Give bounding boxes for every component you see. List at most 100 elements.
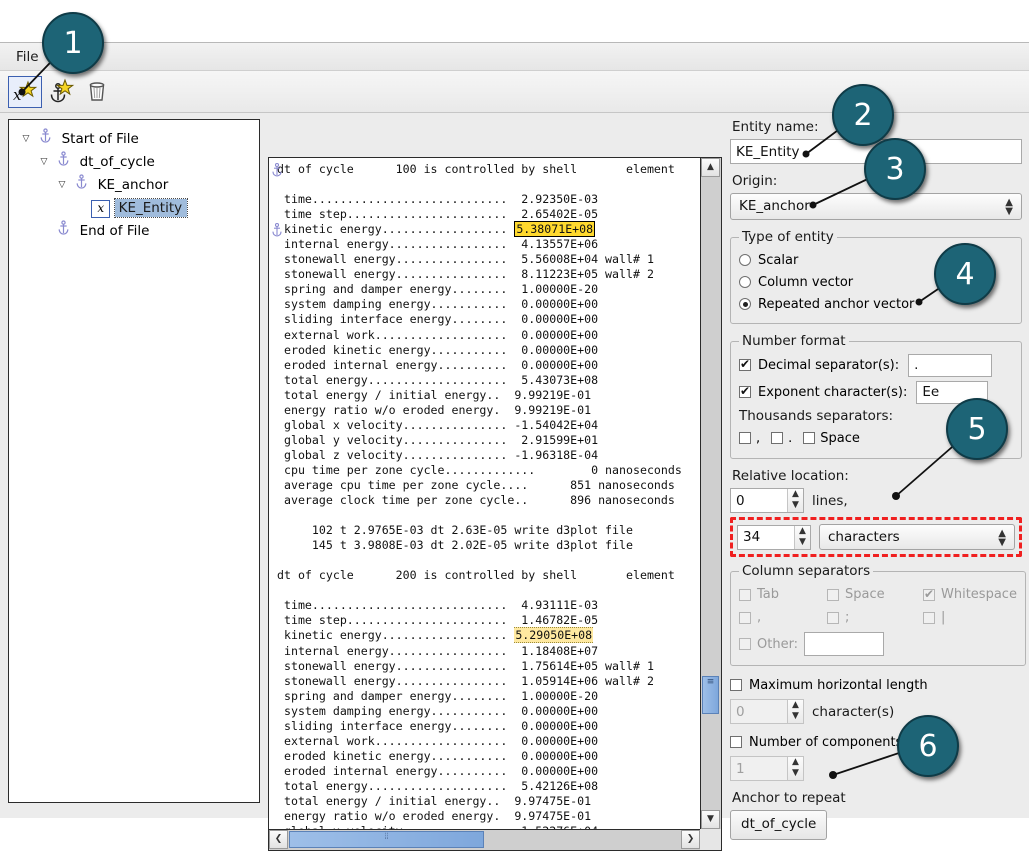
characters-unit-select[interactable]: characters ▲ ▼ xyxy=(819,524,1015,550)
chevron-updown-icon: ▲ ▼ xyxy=(998,528,1006,548)
new-entity-button[interactable]: x xyxy=(8,76,42,108)
relative-location-lines-row: ▲▼ lines, xyxy=(730,488,1022,513)
checkbox-icon xyxy=(923,611,935,624)
checkbox-icon[interactable] xyxy=(803,432,816,444)
chevron-updown-icon: ▲ ▼ xyxy=(1005,197,1013,217)
horizontal-scrollbar[interactable]: ❮ ⦙⦙ ❯ xyxy=(269,829,700,850)
file-text-lines: dt of cycle 100 is controlled by shell e… xyxy=(277,162,682,829)
relative-location-label: Relative location: xyxy=(732,468,849,484)
max-horizontal-length-row[interactable]: Maximum horizontal length xyxy=(730,673,1022,697)
trash-icon xyxy=(89,82,105,101)
callout-3: 3 xyxy=(864,138,926,200)
number-of-components-stepper: ▲▼ xyxy=(730,756,804,781)
checkbox-icon[interactable] xyxy=(771,432,784,444)
x-star-icon: x xyxy=(13,80,38,104)
horizontal-scroll-thumb[interactable]: ⦙⦙ xyxy=(289,831,484,848)
svg-text:x: x xyxy=(13,86,22,104)
radio-label: Scalar xyxy=(758,252,799,268)
tree-item-ke-anchor[interactable]: ▽ KE_anchor xyxy=(19,174,259,197)
x-entity-icon: x xyxy=(91,199,111,218)
column-separators-other-row: Other: xyxy=(739,631,1017,657)
callout-4: 4 xyxy=(934,243,996,305)
checkbox-icon xyxy=(739,611,751,624)
tree-item-ke-entity[interactable]: x KE_Entity xyxy=(19,197,259,220)
file-structure-tree[interactable]: ▽ Start of File ▽ dt_of_cycle ▽ KE_ancho… xyxy=(8,119,260,803)
max-horizontal-unit-label: character(s) xyxy=(812,703,895,720)
checkbox-icon[interactable] xyxy=(739,383,751,399)
menu-bar: File xyxy=(0,43,1029,71)
max-horizontal-length-label: Maximum horizontal length xyxy=(749,677,928,693)
checkbox-icon[interactable] xyxy=(730,679,742,691)
new-anchor-button[interactable] xyxy=(44,76,78,108)
radio-label: Column vector xyxy=(758,274,854,290)
scroll-left-arrow[interactable]: ❮ xyxy=(269,830,288,849)
thousands-comma-label: , xyxy=(756,430,761,446)
lines-stepper[interactable]: ▲▼ xyxy=(730,488,804,513)
sep-comma-label: , xyxy=(757,610,762,625)
number-of-components-label: Number of components xyxy=(749,734,903,750)
column-separators-legend: Column separators xyxy=(742,563,871,579)
tree-item-end-of-file[interactable]: End of File xyxy=(19,220,259,243)
characters-stepper[interactable]: ▲▼ xyxy=(737,524,811,550)
sep-tab-label: Tab xyxy=(757,587,780,602)
anchor-to-repeat-button[interactable]: dt_of_cycle xyxy=(730,810,828,840)
tree-item-label: End of File xyxy=(79,223,150,239)
checkbox-icon xyxy=(923,586,935,602)
exponent-character-label: Exponent character(s): xyxy=(758,384,908,400)
radio-icon[interactable] xyxy=(739,254,751,266)
anchor-to-repeat-value: dt_of_cycle xyxy=(741,816,817,832)
stepper-arrows-icon[interactable]: ▲ ▼ xyxy=(794,525,810,549)
anchor-to-repeat-label: Anchor to repeat xyxy=(732,790,846,806)
chevron-down-icon[interactable]: ▽ xyxy=(37,151,51,174)
callout-2: 2 xyxy=(832,84,894,146)
max-horizontal-value-row: ▲▼ character(s) xyxy=(730,699,1022,724)
radio-icon[interactable] xyxy=(739,298,751,310)
entity-properties-panel: Entity name: Origin: KE_anchor ▲▼ Type o… xyxy=(730,119,1026,851)
checkbox-icon[interactable] xyxy=(739,432,751,444)
checkbox-icon xyxy=(739,638,751,650)
menu-item-file[interactable]: File xyxy=(8,47,47,67)
number-of-components-row[interactable]: Number of components xyxy=(730,730,1022,754)
relative-location-characters-row: ▲▼ characters ▲▼ xyxy=(737,524,1015,550)
tree-item-label: KE_Entity xyxy=(113,198,189,218)
origin-selected-value: KE_anchor xyxy=(739,198,810,214)
callout-6: 6 xyxy=(897,715,959,777)
origin-select[interactable]: KE_anchor ▲ ▼ xyxy=(730,193,1022,220)
radio-label: Repeated anchor vector xyxy=(758,296,915,312)
column-separators-row-1: Tab Space Whitespace xyxy=(739,583,1017,606)
chevron-down-icon[interactable]: ▽ xyxy=(19,128,33,151)
highlight-box-characters: ▲▼ characters ▲▼ xyxy=(730,517,1022,557)
sep-other-input xyxy=(804,632,885,656)
anchor-star-icon xyxy=(50,78,75,103)
radio-icon[interactable] xyxy=(739,276,751,288)
checkbox-icon xyxy=(827,611,839,624)
tree-item-start-of-file[interactable]: ▽ Start of File xyxy=(19,128,259,151)
stepper-arrows-icon[interactable]: ▲ ▼ xyxy=(787,489,803,512)
lines-unit-label: lines, xyxy=(812,492,848,509)
scroll-up-arrow[interactable]: ▲ xyxy=(701,158,720,177)
number-format-legend: Number format xyxy=(742,333,846,349)
sep-semicolon-label: ; xyxy=(845,610,850,625)
decimal-separator-label: Decimal separator(s): xyxy=(758,357,900,373)
tree-item-label: dt_of_cycle xyxy=(79,154,155,170)
delete-button[interactable] xyxy=(80,76,114,108)
anchor-icon xyxy=(55,220,71,243)
tree-item-dt-of-cycle[interactable]: ▽ dt_of_cycle xyxy=(19,151,259,174)
vertical-scroll-thumb[interactable]: ≡ xyxy=(702,676,719,714)
sep-pipe-label: | xyxy=(941,610,946,625)
vertical-scrollbar[interactable]: ▲ ≡ ▼ xyxy=(700,158,721,829)
tree-item-label: Start of File xyxy=(61,131,139,147)
scroll-right-arrow[interactable]: ❯ xyxy=(681,830,700,849)
scroll-down-arrow[interactable]: ▼ xyxy=(701,810,720,829)
decimal-separator-row[interactable]: Decimal separator(s): xyxy=(739,353,1013,377)
scrollbar-corner xyxy=(700,829,721,850)
checkbox-icon[interactable] xyxy=(739,356,751,372)
tree-item-label: KE_anchor xyxy=(97,177,169,193)
decimal-separator-input[interactable] xyxy=(908,353,993,377)
checkbox-icon[interactable] xyxy=(730,736,742,748)
callout-5: 5 xyxy=(946,398,1008,460)
chevron-down-icon[interactable]: ▽ xyxy=(55,174,69,197)
file-text-view[interactable]: dt of cycle 100 is controlled by shell e… xyxy=(268,157,722,851)
checkbox-icon xyxy=(827,588,839,601)
anchor-icon xyxy=(55,151,71,174)
